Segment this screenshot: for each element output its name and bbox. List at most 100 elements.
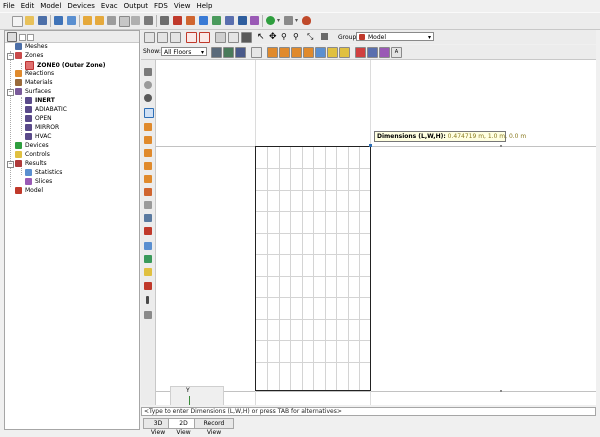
eyedropper-icon[interactable] [146,296,149,304]
expand-toggle-icon[interactable]: − [7,161,14,168]
export-icon[interactable] [67,16,76,25]
menu-edit[interactable]: Edit [18,0,38,11]
filter-icon[interactable] [321,33,328,40]
delete-icon[interactable] [144,16,153,25]
tree-item-hvac[interactable]: HVAC [25,133,51,141]
open-folder-icon[interactable] [25,16,34,25]
select-tool-icon[interactable] [144,108,154,118]
results-viewer-icon[interactable] [284,16,293,25]
results-icon[interactable] [250,16,259,25]
group-select[interactable]: Model ▾ [356,32,434,41]
cursor-handle[interactable] [369,144,372,147]
save-icon[interactable] [38,16,47,25]
draw-vent-icon[interactable] [144,175,152,183]
paste-icon[interactable] [131,16,140,25]
surface-icon[interactable] [199,16,208,25]
menu-output[interactable]: Output [121,0,151,11]
draw-room-icon[interactable] [144,188,152,196]
show-select[interactable]: All Floors ▾ [161,47,207,56]
menu-evac[interactable]: Evac [98,0,121,11]
tree-item-materials[interactable]: Materials [15,79,53,87]
room-icon[interactable] [315,47,326,58]
block-icon[interactable] [355,47,366,58]
tree-item-controls[interactable]: Controls [15,151,50,159]
run-icon[interactable] [266,16,275,25]
properties-icon[interactable] [160,16,169,25]
paint-icon[interactable] [144,282,152,290]
draw-mesh-icon[interactable] [144,242,152,250]
menu-devices[interactable]: Devices [64,0,98,11]
obstruction-icon[interactable] [267,47,278,58]
smokeview-icon[interactable] [302,16,311,25]
tree-item-mirror[interactable]: MIRROR [25,124,59,132]
tab-record-view[interactable]: Record View [194,418,234,436]
device-icon[interactable] [212,16,221,25]
render-outline-icon[interactable] [228,32,239,43]
tree-item-results[interactable]: Results [15,160,47,168]
tree-item-reactions[interactable]: Reactions [15,70,54,78]
background-icon[interactable] [235,47,246,58]
floor-icon[interactable] [211,47,222,58]
wall-icon[interactable] [303,47,314,58]
sprinkler-icon[interactable] [339,47,350,58]
slice-icon[interactable] [367,47,378,58]
render-solid-icon[interactable] [215,32,226,43]
material-icon[interactable] [186,16,195,25]
cut-icon[interactable] [107,16,116,25]
tree-item-meshes[interactable]: Meshes [15,43,48,51]
fly-icon[interactable] [144,94,152,102]
tree-item-zones[interactable]: Zones [15,52,43,60]
copy-icon[interactable] [119,16,130,27]
draw-door-icon[interactable] [144,201,152,209]
select-cursor-icon[interactable]: ↖ [257,32,265,42]
draw-stair-icon[interactable] [144,214,152,222]
render-dark-icon[interactable] [241,32,252,43]
view-canvas[interactable]: Dimensions (L,W,H): 0.474719 m, 1.0 m, 0… [156,60,596,405]
particle-icon[interactable] [327,47,338,58]
orbit-icon[interactable] [144,68,152,76]
view-reset-icon[interactable] [199,32,210,43]
menu-view[interactable]: View [171,0,194,11]
navigator-filter-icon[interactable] [7,32,17,42]
pan-icon[interactable]: ✥ [269,32,277,42]
collapse-all-icon[interactable] [19,34,26,41]
roam-icon[interactable] [144,81,152,89]
draw-sprinkler-icon[interactable] [144,268,152,276]
view-front-icon[interactable] [170,32,181,43]
tree-item-inert[interactable]: INERT [25,97,55,105]
view-side-icon[interactable] [186,32,197,43]
command-input[interactable]: <Type to enter Dimensions (L,W,H) or pre… [141,407,596,416]
menu-model[interactable]: Model [37,0,64,11]
text-label-icon[interactable]: A [391,47,402,58]
mesh-icon[interactable] [225,16,234,25]
draw-slab-icon[interactable] [144,136,152,144]
draw-obstruction-icon[interactable] [144,123,152,131]
measure-icon[interactable] [379,47,390,58]
tree-item-model[interactable]: Model [15,187,43,195]
tree-item-devices[interactable]: Devices [15,142,49,150]
view-top-icon[interactable] [157,32,168,43]
measure-tool-icon[interactable] [144,311,152,319]
tree-item-surfaces[interactable]: Surfaces [15,88,51,96]
hole-icon[interactable] [279,47,290,58]
tree-item-open[interactable]: OPEN [25,115,52,123]
expand-toggle-icon[interactable]: − [7,53,14,60]
tree-item-statistics[interactable]: Statistics [25,169,62,177]
draw-hole-icon[interactable] [144,162,152,170]
draw-fire-icon[interactable] [144,227,152,235]
fit-icon[interactable]: ⤡ [307,32,313,42]
redo-icon[interactable] [95,16,104,25]
obstruction-preview[interactable] [255,146,371,391]
new-file-icon[interactable] [12,16,23,27]
tree-item-adiabatic[interactable]: ADIABATIC [25,106,67,114]
viewer-dropdown-icon[interactable]: ▾ [295,16,300,25]
menu-file[interactable]: File [0,0,18,11]
menu-help[interactable]: Help [193,0,215,11]
vent-icon[interactable] [291,47,302,58]
run-dropdown-icon[interactable]: ▾ [277,16,282,25]
import-icon[interactable] [54,16,63,25]
image-icon[interactable] [223,47,234,58]
view-3d-icon[interactable] [144,32,155,43]
zoom-icon[interactable]: ⚲ [281,32,287,42]
tree-item-slices[interactable]: Slices [25,178,52,186]
